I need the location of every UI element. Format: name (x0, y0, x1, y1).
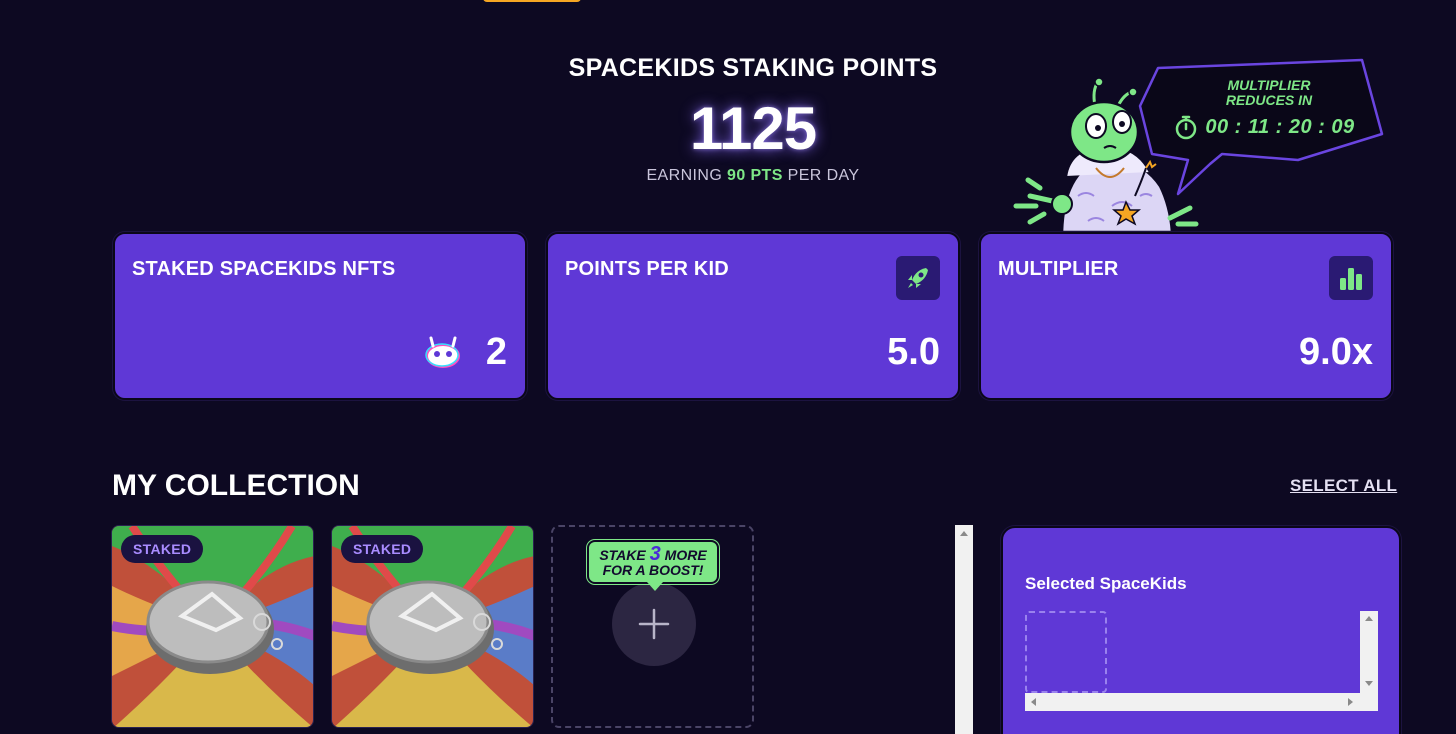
empty-selection-slot (1025, 611, 1107, 693)
select-all-link[interactable]: SELECT ALL (1290, 476, 1397, 496)
multiplier-value: 9.0x (1299, 331, 1373, 373)
scroll-up-arrow-icon[interactable] (960, 531, 968, 536)
multiplier-countdown-box: MULTIPLIER REDUCES IN 00 : 11 : 20 : 09 (1170, 78, 1358, 140)
scroll-right-arrow-icon[interactable] (1348, 698, 1353, 706)
nft-card[interactable]: STAKED (111, 525, 314, 728)
boost-tip-line2: FOR A BOOST! (602, 562, 704, 578)
rocket-icon (908, 268, 928, 288)
multiplier-label-line2: REDUCES IN (1225, 92, 1313, 108)
staked-badge: STAKED (121, 535, 204, 563)
scroll-down-arrow-icon[interactable] (1365, 681, 1373, 686)
selected-panel-title: Selected SpaceKids (1025, 574, 1187, 593)
points-per-kid-card: POINTS PER KID 5.0 (546, 232, 960, 400)
nft-card[interactable]: STAKED (331, 525, 534, 728)
countdown-row: 00 : 11 : 20 : 09 (1170, 114, 1358, 140)
staked-nfts-label: STAKED SPACEKIDS NFTS (132, 258, 396, 280)
scroll-left-arrow-icon[interactable] (1031, 698, 1036, 706)
earning-prefix: EARNING (646, 167, 728, 184)
staked-badge: STAKED (341, 535, 424, 563)
multiplier-label-line1: MULTIPLIER (1227, 77, 1311, 93)
selection-vertical-scrollbar[interactable] (1360, 611, 1378, 693)
collection-title: MY COLLECTION (112, 469, 360, 502)
bar-chart-icon (1340, 268, 1362, 290)
spacekid-icon (425, 336, 460, 368)
staked-nfts-value: 2 (485, 331, 507, 373)
selected-spacekids-panel: Selected SpaceKids (1001, 526, 1401, 734)
scroll-up-arrow-icon[interactable] (1365, 616, 1373, 621)
earning-suffix: PER DAY (782, 167, 860, 184)
points-per-kid-value: 5.0 (887, 331, 940, 373)
boost-tip-suffix: MORE (660, 547, 707, 563)
rocket-icon-tile (896, 256, 940, 300)
stake-boost-tooltip: STAKE 3 MORE FOR A BOOST! (587, 540, 719, 591)
add-nft-slot[interactable]: STAKE 3 MORE FOR A BOOST! (551, 525, 754, 728)
add-nft-button[interactable] (612, 582, 696, 666)
staked-nfts-card: STAKED SPACEKIDS NFTS 2 (113, 232, 527, 400)
top-nav-tab[interactable] (483, 0, 581, 2)
multiplier-card: MULTIPLIER 9.0x (979, 232, 1393, 400)
selected-items-area (1025, 611, 1378, 711)
collection-scrollbar[interactable] (955, 525, 973, 734)
countdown-timer: 00 : 11 : 20 : 09 (1205, 115, 1355, 138)
earning-value: 90 PTS (727, 167, 783, 184)
points-per-kid-label: POINTS PER KID (565, 258, 729, 280)
stopwatch-icon (1176, 115, 1197, 140)
bar-chart-icon-tile (1329, 256, 1373, 300)
multiplier-label: MULTIPLIER (998, 258, 1119, 280)
staking-dashboard: SPACEKIDS STAKING POINTS 1125 EARNING 90… (0, 0, 1456, 734)
boost-tip-prefix: STAKE (599, 547, 650, 563)
selection-horizontal-scrollbar[interactable] (1025, 693, 1378, 711)
plus-icon (638, 608, 670, 640)
